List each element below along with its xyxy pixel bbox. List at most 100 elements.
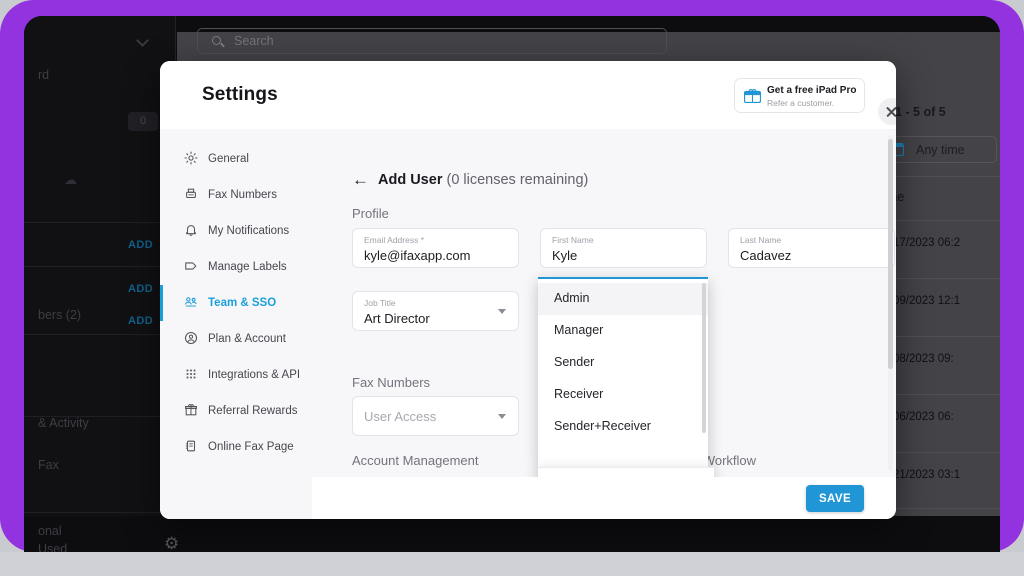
app-bg-add-link[interactable]: ADD [128,315,153,327]
gear-icon [184,151,200,167]
page-heading: Add User (0 licenses remaining) [378,172,588,188]
chevron-down-icon [498,414,506,419]
sidebar-item-label: General [208,153,249,165]
field-label: Last Name [740,235,782,245]
sidebar-item-referral-rewards[interactable]: Referral Rewards [160,393,312,429]
field-value: Cadavez [740,248,792,263]
sidebar-item-label: Online Fax Page [208,441,294,453]
dropdown-option-sender[interactable]: Sender [538,347,708,379]
sidebar-item-label: Referral Rewards [208,405,298,417]
app-bg-add-link[interactable]: ADD [128,239,153,251]
dropdown-option-manager[interactable]: Manager [538,315,708,347]
page-title: Settings [202,84,278,105]
settings-sidebar: General Fax Numbers My Notifications Man… [160,129,312,519]
promo-subline: Refer a customer. [767,98,835,108]
grid-icon [184,367,200,383]
fax-icon [184,187,200,203]
field-value: kyle@ifaxapp.com [364,248,471,263]
section-title-profile: Profile [352,206,389,221]
sidebar-item-label: My Notifications [208,225,290,237]
sidebar-item-fax-numbers[interactable]: Fax Numbers [160,177,312,213]
sidebar-item-team-sso[interactable]: Team & SSO [160,285,312,321]
sidebar-item-my-notifications[interactable]: My Notifications [160,213,312,249]
field-label: Job Title [364,298,396,308]
modal-footer: SAVE [312,477,896,519]
sidebar-item-label: Plan & Account [208,333,286,345]
chevron-down-icon [498,309,506,314]
field-value: Kyle [552,248,578,263]
divider [24,512,176,513]
group-dropdown-menu: Admin Manager Sender Receiver Sender+Rec… [538,277,708,467]
tag-icon [184,259,200,275]
dropdown-option-label: Sender+Receiver [554,419,651,433]
people-icon [184,295,200,311]
dropdown-scrollbar-thumb[interactable] [702,283,706,433]
gift-card-icon [744,88,761,103]
divider [24,334,176,335]
sidebar-item-manage-labels[interactable]: Manage Labels [160,249,312,285]
field-value: Art Director [364,311,430,326]
modal-scrollbar-thumb[interactable] [888,139,893,369]
app-bg-text-personal: onal [38,524,62,538]
device-frame: rd 0 ☁ ⋮ ADD ADD ADD bers (2) & Activity… [0,0,1024,552]
section-title-fax-numbers: Fax Numbers [352,375,431,390]
settings-modal: Settings Get a free iPad Pro Refer a cus… [160,61,896,519]
search-icon [212,36,221,45]
close-icon[interactable] [878,98,896,125]
app-bg-text-activity: & Activity [38,416,89,430]
sidebar-item-integrations-api[interactable]: Integrations & API [160,357,312,393]
gift-icon [184,403,200,419]
cloud-icon: ☁ [64,172,77,187]
job-title-select[interactable]: Job Title Art Director [352,291,519,331]
app-bg-badge: 0 [128,112,158,131]
dropdown-option-sender-receiver[interactable]: Sender+Receiver [538,411,708,443]
field-placeholder: User Access [364,409,437,424]
divider [24,222,176,223]
section-title-account-management: Account Management [352,453,479,468]
first-name-field[interactable]: First Name Kyle [540,228,707,268]
chevron-down-icon [136,34,149,47]
date-filter-label: Any time [916,143,965,157]
dropdown-option-label: Manager [554,323,604,337]
page-heading-sub: (0 licenses remaining) [446,172,589,188]
app-bg-text-used: Used [38,542,68,552]
user-circle-icon [184,331,200,347]
printer-icon [184,439,200,455]
app-bg-text-dashboard: rd [38,68,50,82]
field-label: First Name [552,235,594,245]
dropdown-option-receiver[interactable]: Receiver [538,379,708,411]
sidebar-item-label: Fax Numbers [208,189,278,201]
sidebar-item-plan-account[interactable]: Plan & Account [160,321,312,357]
dropdown-option-label: Admin [554,291,590,305]
page-heading-main: Add User [378,172,443,188]
bell-icon [184,223,200,239]
field-label: Email Address * [364,235,424,245]
screen: rd 0 ☁ ⋮ ADD ADD ADD bers (2) & Activity… [24,16,1000,552]
sidebar-item-label: Manage Labels [208,261,287,273]
app-bg-text-fax: Fax [38,458,59,472]
promo-headline: Get a free iPad Pro [767,85,857,96]
gear-icon[interactable]: ⚙ [164,534,179,552]
dropdown-option-label: Sender [554,355,595,369]
dropdown-option-admin[interactable]: Admin [538,283,708,315]
email-field[interactable]: Email Address * kyle@ifaxapp.com [352,228,519,268]
bottom-strip [0,552,1024,576]
sidebar-item-label: Integrations & API [208,369,301,381]
app-bg-add-link[interactable]: ADD [128,283,153,295]
app-bg-text-members: bers (2) [38,308,82,322]
sidebar-item-label: Team & SSO [208,297,277,309]
app-sidebar-background: rd 0 ☁ ⋮ ADD ADD ADD bers (2) & Activity… [24,16,183,552]
last-name-field[interactable]: Last Name Cadavez [728,228,895,268]
sidebar-item-online-fax-page[interactable]: Online Fax Page [160,429,312,465]
divider [24,266,176,267]
sidebar-item-general[interactable]: General [160,141,312,177]
search-input[interactable]: Search [197,28,667,54]
save-button[interactable]: SAVE [806,485,864,512]
referral-promo-banner[interactable]: Get a free iPad Pro Refer a customer. [734,78,865,113]
search-placeholder: Search [234,34,274,48]
back-arrow-icon[interactable]: ← [352,171,370,189]
pagination-label: 1 - 5 of 5 [895,105,946,119]
dropdown-option-label: Receiver [554,387,604,401]
user-access-select[interactable]: User Access [352,396,519,436]
modal-header: Settings Get a free iPad Pro Refer a cus… [160,61,896,129]
